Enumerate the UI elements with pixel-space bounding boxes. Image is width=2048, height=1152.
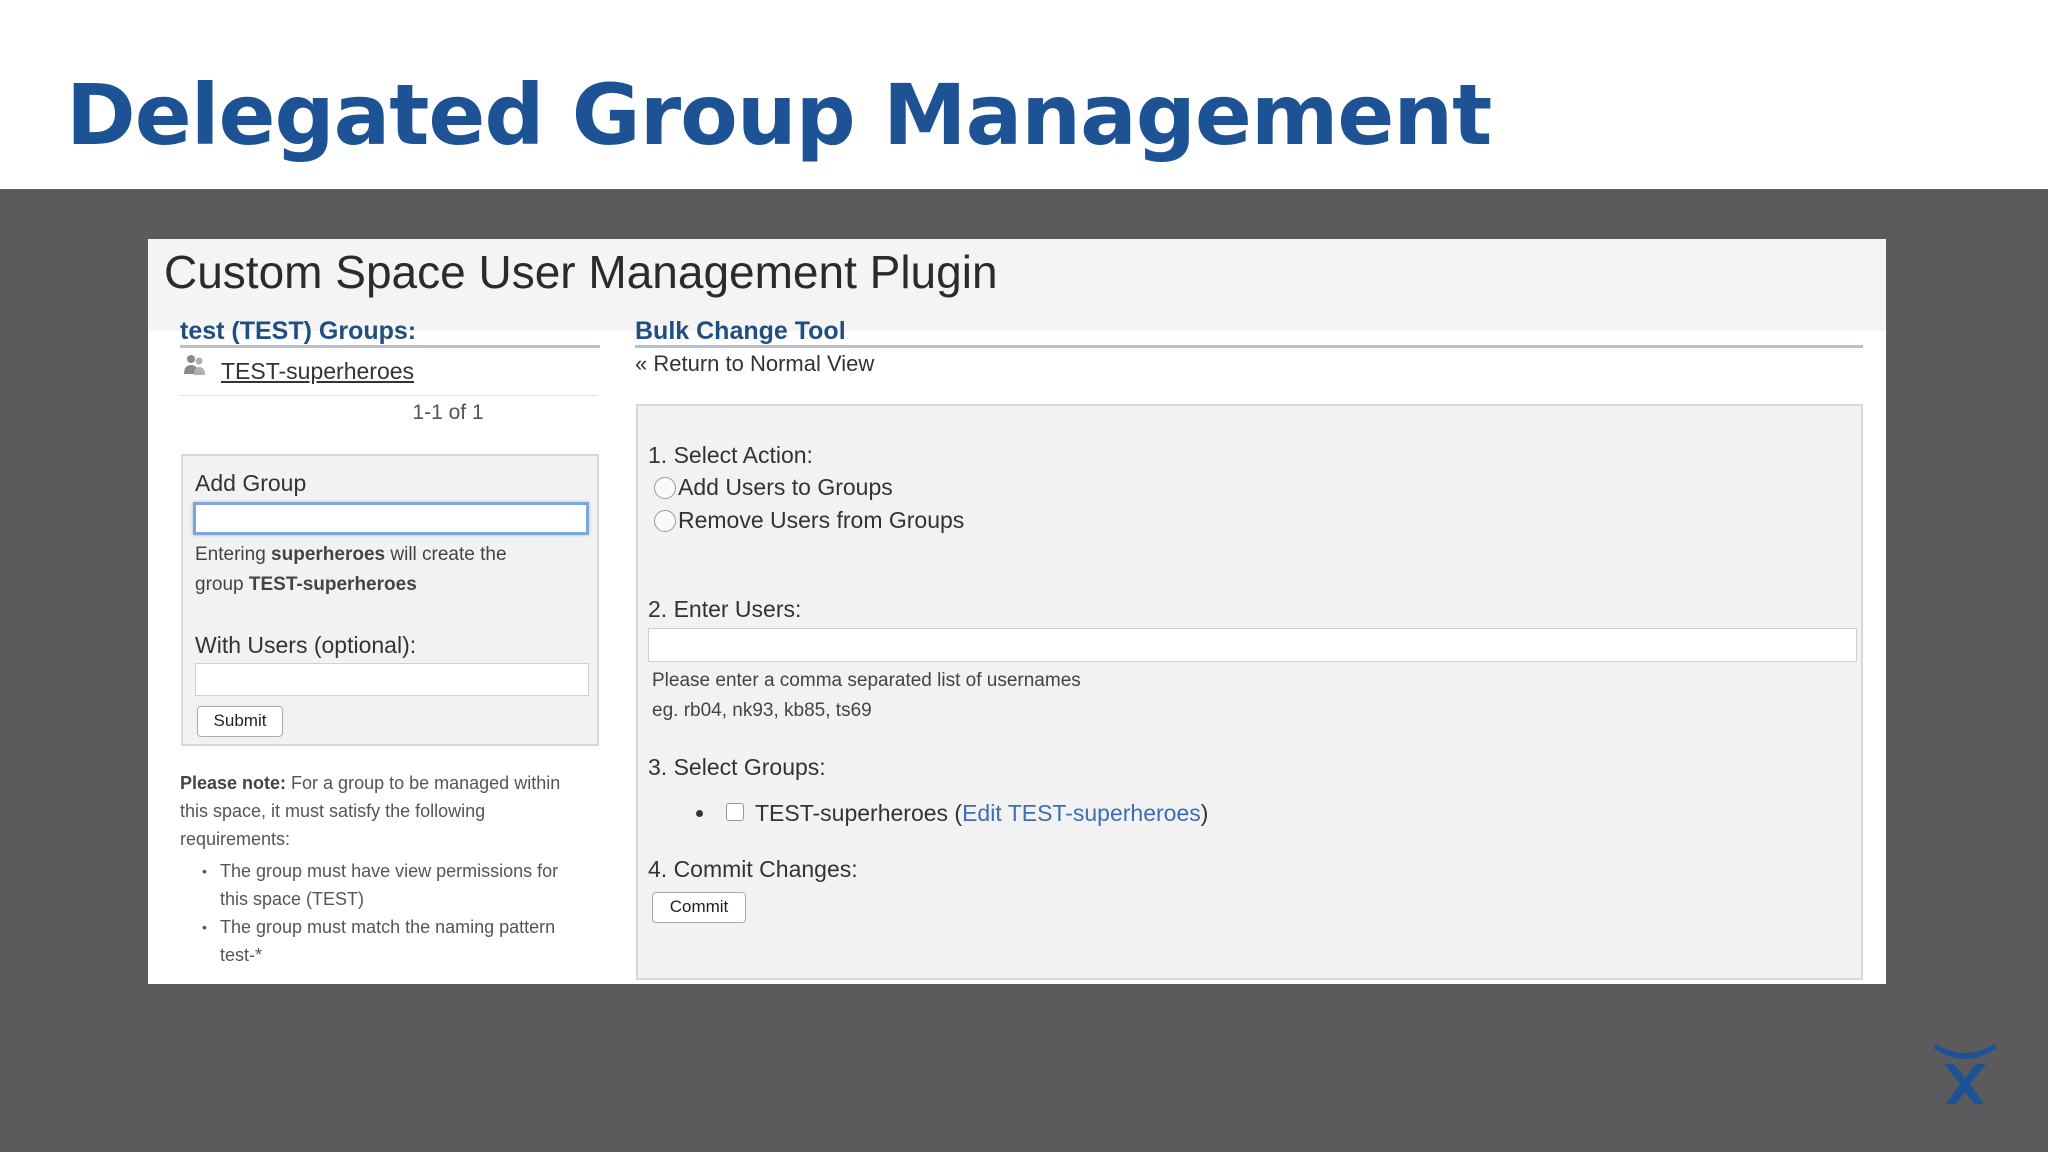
enter-users-hint-2: eg. rb04, nk93, kb85, ts69 <box>652 700 872 721</box>
note-item2-line1: The group must match the naming pattern <box>220 917 556 937</box>
add-group-label: Add Group <box>195 470 307 496</box>
hint-keyword: superheroes <box>271 544 386 565</box>
note-bullet-1: • <box>202 863 207 879</box>
plugin-screenshot: Custom Space User Management Plugin test… <box>148 239 1886 984</box>
groups-heading-rule <box>180 345 600 348</box>
note-line3: requirements: <box>180 829 291 849</box>
please-note: Please note: For a group to be managed w… <box>180 769 620 853</box>
note-item-2: The group must match the naming pattern … <box>220 913 555 969</box>
edit-group-link[interactable]: Edit TEST-superheroes <box>962 800 1201 826</box>
plugin-title: Custom Space User Management Plugin <box>164 246 998 298</box>
enter-users-hint-1: Please enter a comma separated list of u… <box>652 670 1081 691</box>
group-list-divider <box>180 395 598 396</box>
bulk-heading-rule <box>635 345 1863 348</box>
groups-heading: test (TEST) Groups: <box>180 317 417 345</box>
group-option-name: TEST-superheroes <box>755 800 949 826</box>
group-option: TEST-superheroes (Edit TEST-superheroes) <box>755 800 1208 827</box>
group-icon <box>184 355 205 375</box>
atlassian-logo-icon <box>1933 1044 1997 1104</box>
note-item1-line2: this space (TEST) <box>220 889 365 909</box>
radio-add-users[interactable] <box>654 477 676 499</box>
commit-button[interactable]: Commit <box>652 892 746 923</box>
select-action-label: 1. Select Action: <box>648 442 813 468</box>
hint-group: TEST-superheroes <box>248 574 417 595</box>
slide-title: Delegated Group Management <box>66 66 1492 164</box>
radio-remove-users[interactable] <box>654 510 676 532</box>
add-group-input[interactable] <box>193 502 589 535</box>
commit-changes-label: 4. Commit Changes: <box>648 856 858 882</box>
hint-middle: will create the <box>385 544 507 565</box>
slide-header: Delegated Group Management <box>0 0 2048 189</box>
enter-users-label: 2. Enter Users: <box>648 596 802 622</box>
edit-group-paren-open: ( <box>954 800 963 826</box>
with-users-input[interactable] <box>195 663 589 696</box>
with-users-label: With Users (optional): <box>195 632 417 658</box>
group-link-test-superheroes[interactable]: TEST-superheroes <box>221 358 414 385</box>
note-item2-line2: test-* <box>220 945 263 965</box>
select-groups-label: 3. Select Groups: <box>648 754 826 780</box>
hint-line2-prefix: group <box>195 574 249 595</box>
bulk-change-heading: Bulk Change Tool <box>635 317 846 345</box>
add-group-hint-line2: group TEST-superheroes <box>195 570 417 599</box>
note-item1-line1: The group must have view permissions for <box>220 861 559 881</box>
add-group-hint-line1: Entering superheroes will create the <box>195 540 507 569</box>
group-checkbox-test-superheroes[interactable] <box>726 803 744 821</box>
edit-group-paren-close: ) <box>1200 800 1209 826</box>
note-bullet-2: • <box>202 919 207 935</box>
add-group-panel: Add Group Entering superheroes will crea… <box>181 454 599 746</box>
submit-button[interactable]: Submit <box>197 706 283 737</box>
note-line2: this space, it must satisfy the followin… <box>180 801 486 821</box>
note-line1: For a group to be managed within <box>286 773 561 793</box>
note-bold: Please note: <box>180 773 287 793</box>
group-bullet <box>696 810 703 817</box>
bulk-change-panel: 1. Select Action: Add Users to Groups Re… <box>636 404 1863 980</box>
radio-remove-users-label: Remove Users from Groups <box>678 507 965 533</box>
hint-prefix: Entering <box>195 544 272 565</box>
note-item-1: The group must have view permissions for… <box>220 857 558 913</box>
return-normal-view-link[interactable]: « Return to Normal View <box>635 351 874 377</box>
enter-users-input[interactable] <box>648 628 1857 662</box>
radio-add-users-label: Add Users to Groups <box>678 474 893 500</box>
